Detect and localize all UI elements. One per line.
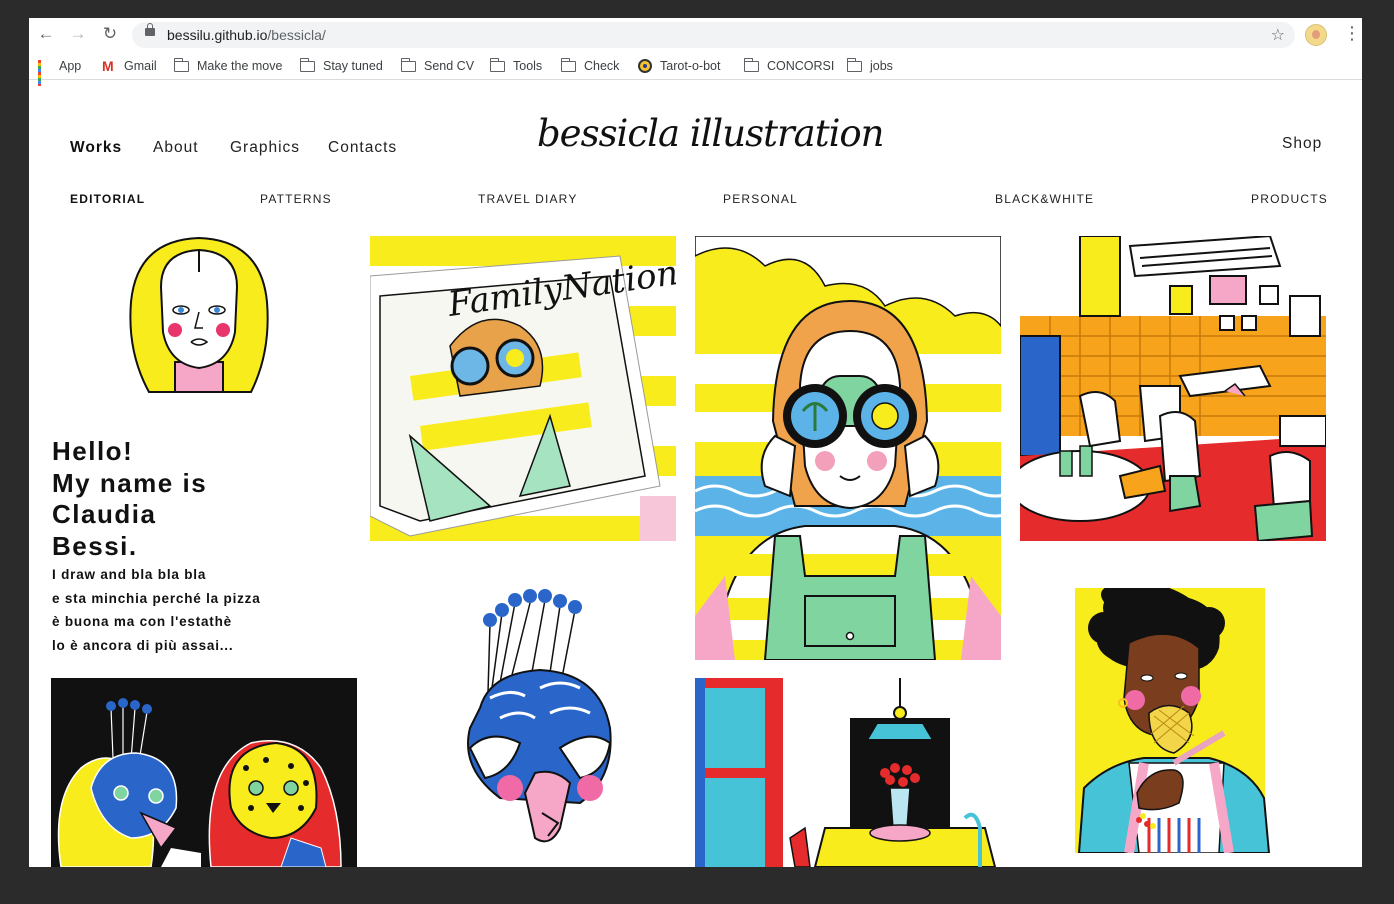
nav-graphics[interactable]: Graphics <box>230 139 300 157</box>
artwork-masks-portrait[interactable] <box>51 678 357 867</box>
intro-body-line: e sta minchia perché la pizza <box>52 591 261 606</box>
bookmark-label: Tarot-o-bot <box>660 59 721 73</box>
intro-body-line: lo è ancora di più assai... <box>52 638 234 653</box>
bookmark-label: CONCORSI <box>767 59 835 73</box>
bookmark-folder-jobs[interactable]: jobs <box>846 57 893 75</box>
site-logo[interactable]: bessicla illustration <box>537 112 885 155</box>
artwork-cafe-interior[interactable] <box>1020 236 1326 541</box>
bookmark-label: Send CV <box>424 59 475 73</box>
apps-grid-icon <box>38 59 51 87</box>
folder-icon <box>846 57 862 72</box>
nav-shop[interactable]: Shop <box>1282 135 1322 153</box>
category-products[interactable]: PRODUCTS <box>1251 192 1328 206</box>
self-portrait-illustration <box>119 232 279 407</box>
bookmark-apps[interactable]: App <box>38 57 82 87</box>
back-icon[interactable]: ← <box>37 25 55 43</box>
category-travel-diary[interactable]: TRAVEL DIARY <box>478 192 578 206</box>
intro-heading-line: Hello! <box>52 436 134 466</box>
category-personal[interactable]: PERSONAL <box>723 192 798 206</box>
bookmark-star-icon[interactable]: ☆ <box>1271 25 1285 45</box>
address-bar[interactable]: bessilu.github.io/bessicla/ ☆ <box>132 22 1295 48</box>
bookmark-folder-tools[interactable]: Tools <box>489 57 543 75</box>
bookmark-gmail[interactable]: M Gmail <box>102 57 157 75</box>
url-path: /bessicla/ <box>267 27 326 43</box>
nav-contacts[interactable]: Contacts <box>328 139 397 157</box>
intro-heading: Hello! My name is Claudia Bessi. <box>52 436 352 562</box>
intro-body-line: è buona ma con l'estathè <box>52 614 232 629</box>
bookmark-folder-stay-tuned[interactable]: Stay tuned <box>299 57 383 75</box>
artwork-room-lamp[interactable] <box>695 678 1001 867</box>
browser-window: ← → ↻ bessilu.github.io/bessicla/ ☆ ⋮ Ap… <box>29 18 1362 867</box>
browser-menu-icon[interactable]: ⋮ <box>1343 24 1361 42</box>
nav-about[interactable]: About <box>153 139 199 157</box>
intro-body-line: I draw and bla bla bla <box>52 567 207 582</box>
folder-icon <box>560 57 576 72</box>
intro-heading-line: Claudia <box>52 499 157 529</box>
intro-heading-line: Bessi. <box>52 530 138 561</box>
bookmark-folder-send-cv[interactable]: Send CV <box>400 57 475 75</box>
browser-toolbar: ← → ↻ bessilu.github.io/bessicla/ ☆ ⋮ <box>29 18 1362 50</box>
tarot-eye-icon <box>638 59 652 73</box>
category-patterns[interactable]: PATTERNS <box>260 192 332 206</box>
bookmark-folder-check[interactable]: Check <box>560 57 620 75</box>
intro-heading-line: My name is <box>52 467 208 498</box>
artwork-binoculars-girl[interactable] <box>695 236 1001 660</box>
artwork-peacock-mask[interactable] <box>430 578 630 853</box>
bookmark-label: App <box>59 59 82 73</box>
reload-icon[interactable]: ↻ <box>101 25 119 43</box>
folder-icon <box>743 57 759 72</box>
category-editorial[interactable]: EDITORIAL <box>70 192 145 206</box>
lock-icon <box>145 23 155 36</box>
url-host: bessilu.github.io <box>167 27 268 43</box>
bookmark-folder-concorsi[interactable]: CONCORSI <box>743 57 835 75</box>
bookmark-label: jobs <box>870 59 893 73</box>
artwork-woman-ice-cream[interactable] <box>1049 588 1289 853</box>
artwork-magazine-cover[interactable]: FamilyNation <box>370 236 676 541</box>
forward-icon[interactable]: → <box>69 25 87 43</box>
portfolio-page: Works About Graphics Contacts bessicla i… <box>29 86 1362 867</box>
bookmark-label: Check <box>584 59 620 73</box>
folder-icon <box>173 57 189 72</box>
folder-icon <box>400 57 416 72</box>
folder-icon <box>489 57 505 72</box>
bookmark-label: Gmail <box>124 59 157 73</box>
bookmark-label: Tools <box>513 59 543 73</box>
url-text: bessilu.github.io/bessicla/ <box>167 27 326 43</box>
bookmark-label: Make the move <box>197 59 283 73</box>
folder-icon <box>299 57 315 72</box>
category-black-white[interactable]: BLACK&WHITE <box>995 192 1094 206</box>
bookmark-folder-make-the-move[interactable]: Make the move <box>173 57 283 75</box>
gmail-icon: M <box>102 58 114 74</box>
bookmark-label: Stay tuned <box>323 59 383 73</box>
profile-avatar[interactable] <box>1305 24 1327 46</box>
nav-works[interactable]: Works <box>70 139 122 157</box>
bookmarks-bar: App M Gmail Make the move Stay tuned Sen… <box>29 53 1362 87</box>
bookmark-tarot-o-bot[interactable]: Tarot-o-bot <box>638 57 720 75</box>
